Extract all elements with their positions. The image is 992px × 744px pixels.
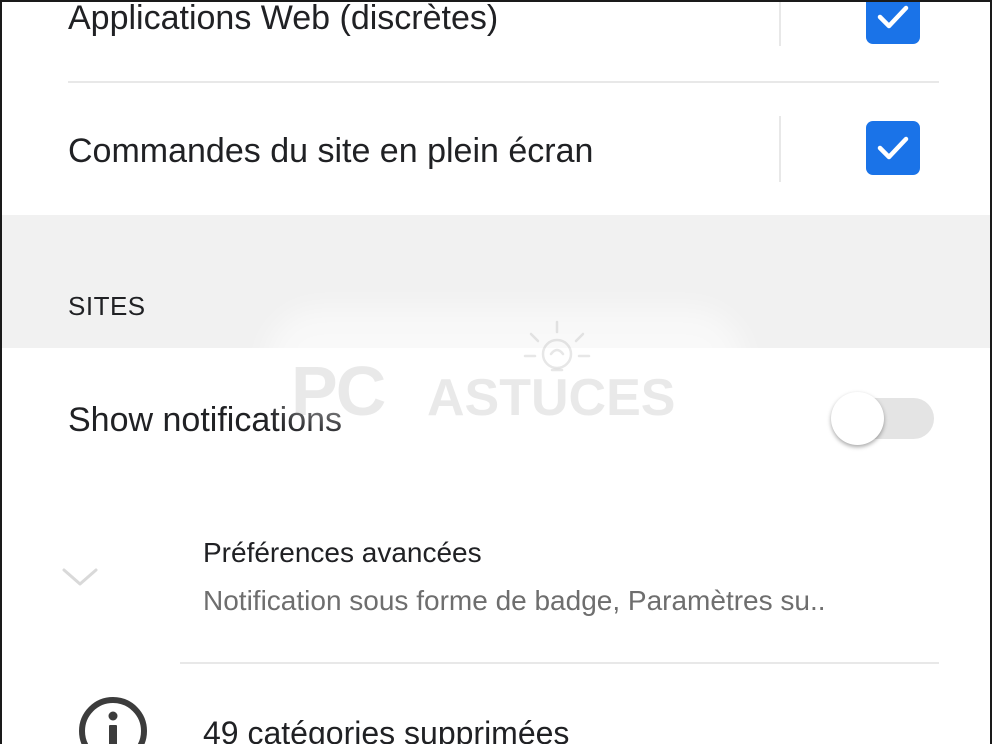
fullscreen-divider	[779, 116, 781, 182]
check-icon	[877, 136, 909, 160]
sites-section-header: SITES	[68, 291, 146, 321]
frame-border-top	[0, 0, 992, 2]
advanced-preferences-subtitle: Notification sous forme de badge, Paramè…	[203, 585, 826, 616]
fullscreen-controls-label: Commandes du site en plein écran	[68, 132, 594, 170]
watermark-text-astuces: ASTUCES	[427, 369, 676, 427]
show-notifications-label: Show notifications	[68, 401, 343, 439]
row-separator	[180, 662, 939, 664]
row-separator	[68, 81, 939, 83]
toggle-thumb	[831, 392, 884, 445]
frame-border-left	[0, 0, 2, 744]
settings-page: Applications Web (discrètes) Commandes d…	[0, 0, 992, 744]
web-apps-label: Applications Web (discrètes)	[68, 0, 499, 37]
fullscreen-controls-checkbox[interactable]	[866, 121, 920, 175]
show-notifications-toggle[interactable]	[831, 392, 934, 445]
advanced-preferences-title[interactable]: Préférences avancées	[203, 536, 482, 570]
section-band	[2, 215, 990, 348]
deleted-categories-label[interactable]: 49 catégories supprimées	[203, 713, 569, 744]
chevron-down-icon[interactable]	[58, 556, 102, 600]
web-apps-divider	[779, 0, 781, 46]
check-icon	[877, 5, 909, 29]
info-icon	[79, 697, 147, 744]
web-apps-checkbox[interactable]	[866, 0, 920, 44]
